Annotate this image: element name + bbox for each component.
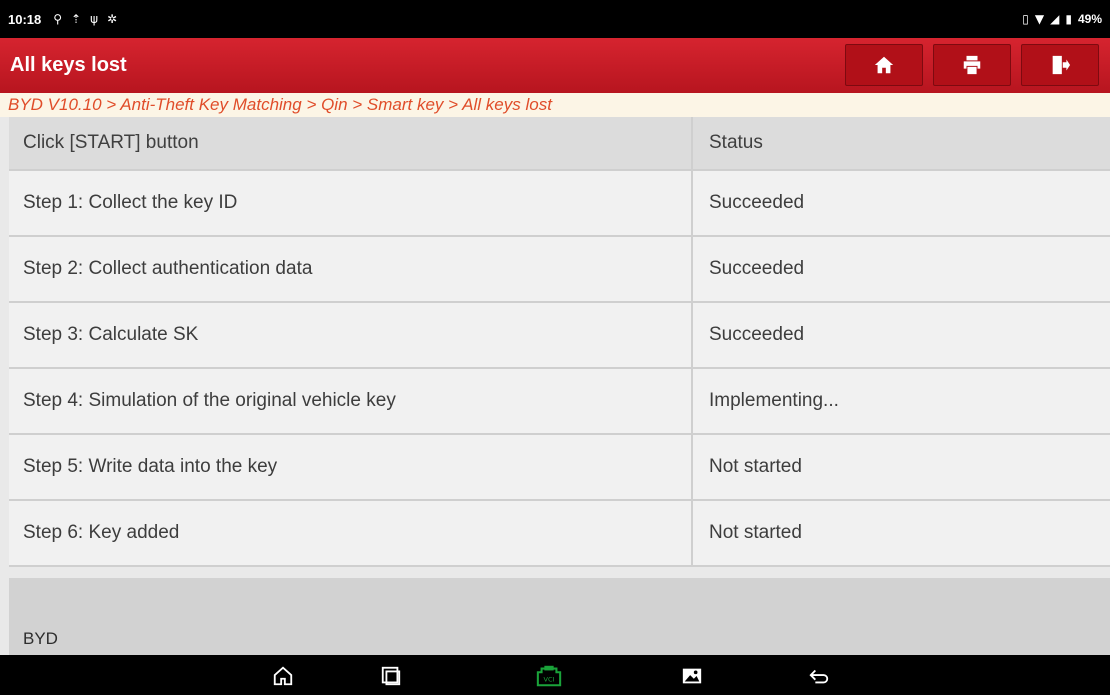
- table-row: Step 4: Simulation of the original vehic…: [9, 369, 1110, 435]
- vibrate-icon: ▯: [1022, 12, 1029, 26]
- location-icon: ⚲: [53, 12, 63, 26]
- table-row: Step 1: Collect the key ID Succeeded: [9, 171, 1110, 237]
- svg-text:VCI: VCI: [544, 676, 555, 684]
- table-row: Step 3: Calculate SK Succeeded: [9, 303, 1110, 369]
- column-header-step: Click [START] button: [9, 117, 693, 169]
- status-cell: Succeeded: [709, 258, 805, 279]
- steps-table: Click [START] button Status Step 1: Coll…: [9, 117, 1110, 567]
- battery-level: 49%: [1077, 12, 1102, 26]
- column-header-status: Status: [709, 132, 763, 153]
- nav-recents-button[interactable]: [378, 663, 404, 689]
- print-button[interactable]: [933, 44, 1011, 86]
- step-cell: Step 5: Write data into the key: [9, 435, 693, 499]
- home-button[interactable]: [845, 44, 923, 86]
- recents-icon: [381, 666, 401, 686]
- back-icon: [809, 669, 829, 684]
- battery-icon: ▮: [1065, 12, 1072, 26]
- home-icon: [273, 666, 293, 686]
- home-icon: [874, 56, 894, 74]
- vendor-label: BYD: [23, 629, 58, 648]
- print-icon: [963, 55, 981, 75]
- table-header: Click [START] button Status: [9, 117, 1110, 171]
- app-header: All keys lost: [0, 38, 1110, 93]
- gallery-icon: [682, 668, 702, 684]
- status-cell: Succeeded: [709, 324, 805, 345]
- bluetooth-icon: ✲: [107, 12, 118, 26]
- info-panel: BYD: [9, 578, 1110, 655]
- breadcrumb: BYD V10.10 > Anti-Theft Key Matching > Q…: [0, 93, 1110, 117]
- nav-back-button[interactable]: [806, 663, 832, 689]
- step-cell: Step 6: Key added: [9, 501, 693, 565]
- signal-icon: ◢: [1050, 12, 1060, 26]
- step-cell: Step 2: Collect authentication data: [9, 237, 693, 301]
- exit-icon: [1052, 55, 1071, 75]
- nav-gallery-button[interactable]: [679, 663, 705, 689]
- page-title: All keys lost: [10, 54, 127, 76]
- navigation-bar: VCI: [0, 655, 1110, 695]
- nav-home-button[interactable]: [270, 663, 296, 689]
- step-cell: Step 4: Simulation of the original vehic…: [9, 369, 693, 433]
- status-cell: Not started: [709, 522, 802, 543]
- upload-icon: ⇡: [71, 12, 82, 26]
- wifi-icon: ▼: [1034, 12, 1045, 26]
- nav-vci-button[interactable]: VCI: [536, 663, 562, 689]
- status-bar-right: ▯ ▼ ◢ ▮ 49%: [1022, 12, 1102, 26]
- vci-icon: VCI: [536, 665, 562, 687]
- clock: 10:18: [8, 11, 42, 27]
- table-row: Step 2: Collect authentication data Succ…: [9, 237, 1110, 303]
- step-cell: Step 1: Collect the key ID: [9, 171, 693, 235]
- table-row: Step 6: Key added Not started: [9, 501, 1110, 567]
- step-cell: Step 3: Calculate SK: [9, 303, 693, 367]
- exit-button[interactable]: [1021, 44, 1099, 86]
- header-buttons: [845, 44, 1099, 86]
- status-cell: Not started: [709, 456, 802, 477]
- table-row: Step 5: Write data into the key Not star…: [9, 435, 1110, 501]
- status-cell: Succeeded: [709, 192, 805, 213]
- status-cell: Implementing...: [709, 390, 839, 411]
- status-bar: 10:18 ⚲ ⇡ ψ ✲ ▯ ▼ ◢ ▮ 49%: [0, 0, 1110, 38]
- usb-icon: ψ: [90, 12, 99, 26]
